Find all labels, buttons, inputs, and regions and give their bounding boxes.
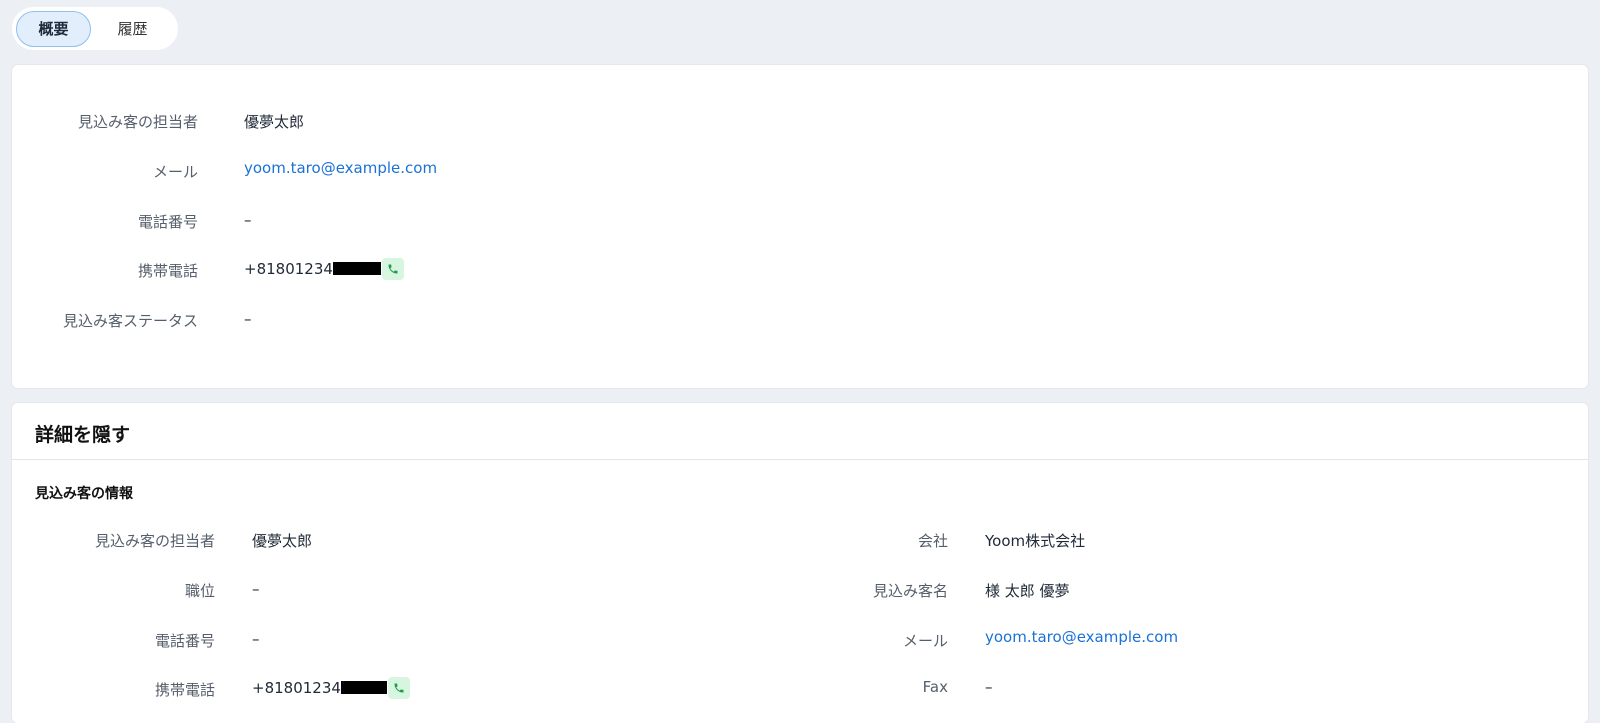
field-label: 携帯電話 xyxy=(154,681,215,699)
tab-bar: 概要 履歴 xyxy=(12,7,178,50)
company-value: Yoom株式会社 xyxy=(985,532,1086,550)
phone-value: – xyxy=(244,210,252,229)
field-label: 見込み客の担当者 xyxy=(94,532,215,550)
phone-icon xyxy=(394,683,404,692)
redacted-block xyxy=(332,262,381,275)
detail-mobile-row: 携帯電話 +81801234 xyxy=(12,676,410,700)
field-label: 会社 xyxy=(917,532,948,550)
mobile-value-group: +81801234 xyxy=(252,676,410,699)
owner-value: 優夢太郎 xyxy=(252,532,313,550)
detail-title-row: 職位 – xyxy=(12,580,260,601)
detail-phone-row: 電話番号 – xyxy=(12,630,260,651)
mobile-value: +81801234 xyxy=(244,259,333,278)
section-title: 見込み客の情報 xyxy=(35,486,133,502)
hide-details-toggle[interactable]: 詳細を隠す xyxy=(35,420,130,447)
detail-name-row: 見込み客名 様 太郎 優夢 xyxy=(752,580,1070,601)
redacted-block xyxy=(340,681,387,694)
detail-owner-row: 見込み客の担当者 優夢太郎 xyxy=(12,530,312,551)
details-card: 詳細を隠す 見込み客の情報 見込み客の担当者 優夢太郎 職位 – 電話番号 – … xyxy=(12,403,1588,723)
tab-overview[interactable]: 概要 xyxy=(16,10,92,47)
title-value: – xyxy=(252,579,260,598)
field-label: 見込み客名 xyxy=(872,582,948,600)
owner-value: 優夢太郎 xyxy=(244,113,305,131)
summary-status-row: 見込み客ステータス – xyxy=(12,310,252,331)
call-button[interactable] xyxy=(381,257,404,280)
field-label: Fax xyxy=(922,678,948,696)
detail-email-row: メール yoom.taro@example.com xyxy=(752,628,1178,651)
phone-icon xyxy=(388,264,398,273)
field-label: メール xyxy=(902,632,948,650)
email-link[interactable]: yoom.taro@example.com xyxy=(985,628,1178,646)
details-header: 詳細を隠す xyxy=(12,403,1588,460)
field-label: メール xyxy=(152,163,198,181)
summary-phone-row: 電話番号 – xyxy=(12,211,252,232)
name-value: 様 太郎 優夢 xyxy=(985,582,1070,600)
detail-fax-row: Fax – xyxy=(752,678,993,696)
fax-value: – xyxy=(985,678,993,696)
mobile-value-group: +81801234 xyxy=(244,257,404,280)
summary-email-row: メール yoom.taro@example.com xyxy=(12,159,437,182)
summary-owner-row: 見込み客の担当者 優夢太郎 xyxy=(12,111,304,132)
field-label: 電話番号 xyxy=(154,632,215,650)
mobile-value: +81801234 xyxy=(252,678,341,697)
call-button[interactable] xyxy=(387,676,410,699)
field-label: 携帯電話 xyxy=(137,262,198,280)
phone-value: – xyxy=(252,629,260,648)
tab-history[interactable]: 履歴 xyxy=(91,11,174,47)
email-link[interactable]: yoom.taro@example.com xyxy=(244,159,437,177)
summary-mobile-row: 携帯電話 +81801234 xyxy=(12,257,404,281)
field-label: 職位 xyxy=(184,582,215,600)
detail-company-row: 会社 Yoom株式会社 xyxy=(752,530,1085,551)
field-label: 見込み客の担当者 xyxy=(77,113,198,131)
status-value: – xyxy=(244,309,252,328)
field-label: 見込み客ステータス xyxy=(62,312,198,330)
summary-card: 見込み客の担当者 優夢太郎 メール yoom.taro@example.com … xyxy=(12,65,1588,388)
field-label: 電話番号 xyxy=(137,213,198,231)
